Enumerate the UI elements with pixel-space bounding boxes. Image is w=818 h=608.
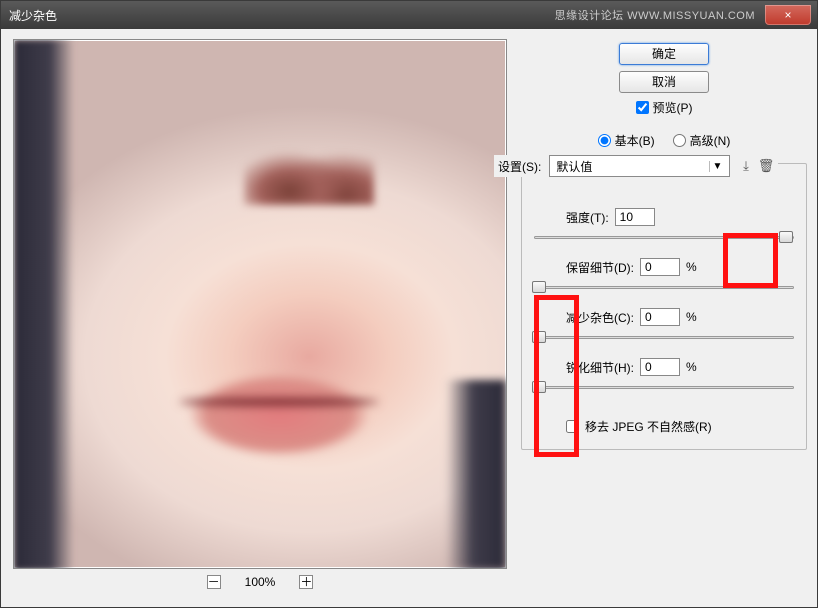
advanced-radio[interactable] (673, 134, 686, 147)
advanced-text: 高级(N) (690, 132, 731, 149)
preserve-slider[interactable] (534, 280, 794, 296)
window-title: 减少杂色 (9, 7, 57, 24)
basic-radio-label[interactable]: 基本(B) (598, 132, 655, 149)
cancel-button[interactable]: 取消 (619, 71, 709, 93)
basic-radio[interactable] (598, 134, 611, 147)
param-sharpen: 锐化细节(H): 0 % (534, 358, 794, 396)
preserve-input[interactable]: 0 (640, 258, 680, 276)
sharpen-suffix: % (686, 360, 697, 374)
mode-radio-group: 基本(B) 高级(N) (521, 132, 807, 149)
slider-thumb[interactable] (779, 231, 793, 243)
settings-value: 默认值 (556, 158, 592, 175)
param-reduce-color: 减少杂色(C): 0 % (534, 308, 794, 346)
sharpen-label: 锐化细节(H): (566, 359, 634, 376)
preserve-suffix: % (686, 260, 697, 274)
zoom-out-button[interactable]: － (207, 575, 221, 589)
preview-checkbox-row: 预览(P) (636, 99, 693, 116)
titlebar[interactable]: 减少杂色 思缘设计论坛 WWW.MISSYUAN.COM × (1, 1, 817, 29)
settings-label: 设置(S): (498, 158, 541, 175)
settings-fieldset: 设置(S): 默认值 ▼ ⤓ 🗑 强度(T): 10 (521, 163, 807, 450)
strength-label: 强度(T): (566, 209, 609, 226)
sharpen-input[interactable]: 0 (640, 358, 680, 376)
slider-track (534, 286, 794, 289)
save-preset-icon[interactable]: ⤓ (738, 158, 754, 174)
jpeg-artifact-checkbox[interactable] (566, 420, 579, 433)
minus-icon: － (208, 576, 220, 588)
reduce-color-label: 减少杂色(C): (566, 309, 634, 326)
preview-check-label: 预览(P) (653, 99, 693, 116)
jpeg-artifact-label: 移去 JPEG 不自然感(R) (585, 418, 712, 435)
close-button[interactable]: × (765, 5, 811, 25)
settings-row: 设置(S): 默认值 ▼ ⤓ 🗑 (494, 155, 778, 177)
slider-track (534, 386, 794, 389)
param-strength: 强度(T): 10 (534, 208, 794, 246)
preserve-label: 保留细节(D): (566, 259, 634, 276)
jpeg-artifact-row: 移去 JPEG 不自然感(R) (534, 418, 794, 435)
slider-thumb[interactable] (532, 331, 546, 343)
zoom-level: 100% (245, 575, 276, 589)
slider-track (534, 236, 794, 239)
delete-preset-icon[interactable]: 🗑 (758, 158, 774, 174)
reduce-noise-dialog: 减少杂色 思缘设计论坛 WWW.MISSYUAN.COM × － 100% ＋ … (0, 0, 818, 608)
slider-thumb[interactable] (532, 381, 546, 393)
preview-checkbox[interactable] (636, 101, 649, 114)
controls-panel: 确定 取消 预览(P) 基本(B) 高级(N) 设置(S): 默认值 ▼ (509, 39, 807, 597)
advanced-radio-label[interactable]: 高级(N) (673, 132, 731, 149)
ok-label: 确定 (652, 47, 676, 61)
close-icon: × (784, 8, 791, 22)
settings-dropdown[interactable]: 默认值 ▼ (549, 155, 730, 177)
dialog-body: － 100% ＋ 确定 取消 预览(P) 基本(B) 高级(N) 设置(S): (1, 29, 817, 607)
slider-track (534, 336, 794, 339)
slider-thumb[interactable] (532, 281, 546, 293)
preview-panel: － 100% ＋ (11, 39, 509, 597)
plus-icon: ＋ (300, 576, 312, 588)
strength-input[interactable]: 10 (615, 208, 655, 226)
preview-image[interactable] (13, 39, 507, 569)
param-preserve: 保留细节(D): 0 % (534, 258, 794, 296)
ok-button[interactable]: 确定 (619, 43, 709, 65)
cancel-label: 取消 (652, 75, 676, 89)
chevron-down-icon: ▼ (709, 161, 725, 172)
basic-text: 基本(B) (615, 132, 655, 149)
strength-slider[interactable] (534, 230, 794, 246)
watermark-text: 思缘设计论坛 WWW.MISSYUAN.COM (555, 7, 755, 23)
reduce-color-input[interactable]: 0 (640, 308, 680, 326)
sharpen-slider[interactable] (534, 380, 794, 396)
reduce-color-suffix: % (686, 310, 697, 324)
zoom-controls: － 100% ＋ (207, 575, 314, 589)
reduce-color-slider[interactable] (534, 330, 794, 346)
zoom-in-button[interactable]: ＋ (299, 575, 313, 589)
